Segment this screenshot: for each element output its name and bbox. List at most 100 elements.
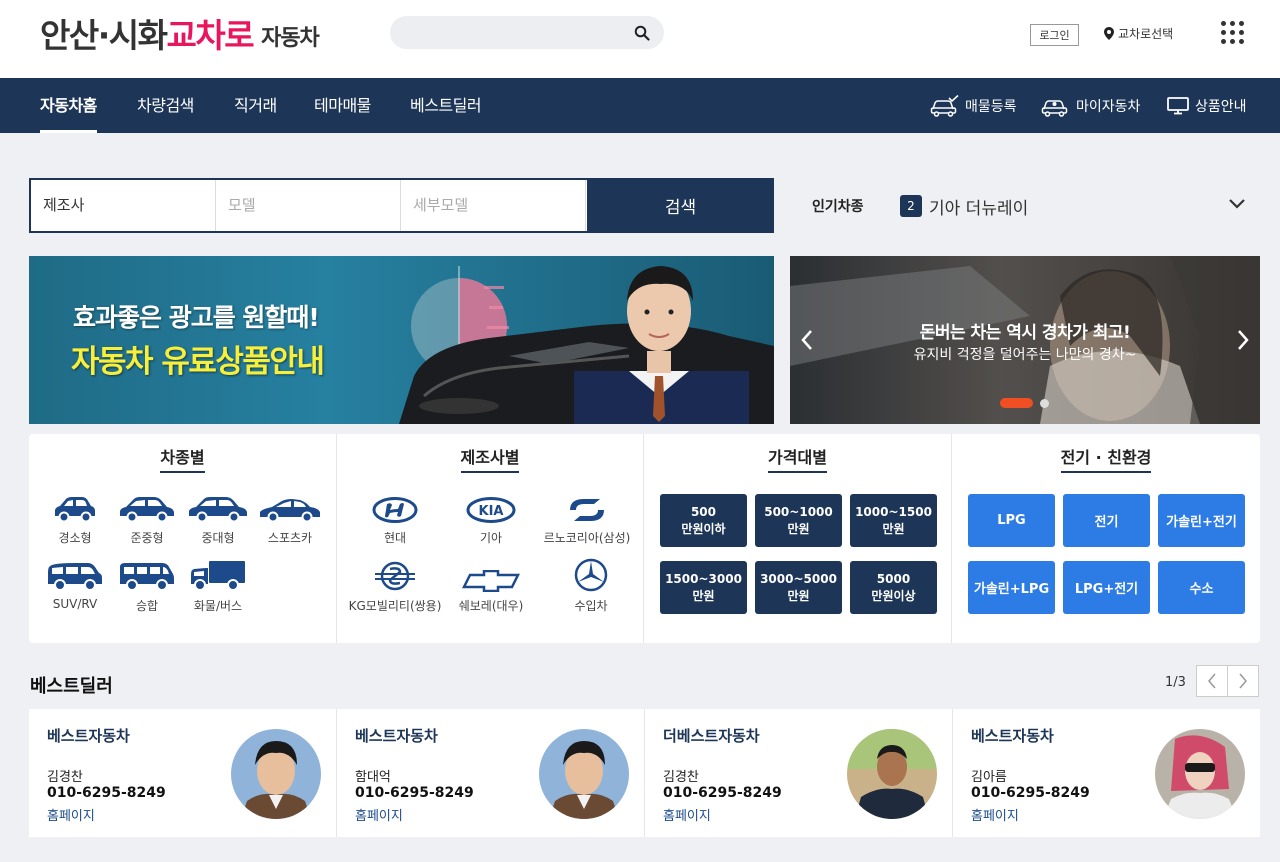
login-button[interactable]: 로그인 xyxy=(1030,24,1079,46)
category-body-type-title: 차종별 xyxy=(160,444,205,473)
category-eco-title: 전기 · 친환경 xyxy=(1060,444,1152,473)
category-price: 가격대별 500 만원이하 500~1000 만원 1000~1500 만원 1500… xyxy=(643,434,951,643)
dealer-homepage-link[interactable]: 홈페이지 xyxy=(971,805,1019,824)
maker-select[interactable]: 제조사 xyxy=(31,180,216,231)
dealer-person: 김경찬 xyxy=(47,770,83,785)
region-select[interactable]: 교차로선택 xyxy=(1104,24,1173,42)
fuel-electric-button[interactable]: 전기 xyxy=(1063,494,1150,547)
nav-my-car[interactable]: 마이자동차 xyxy=(1041,94,1140,118)
site-logo[interactable]: 안산·시화 교차로 자동차 xyxy=(40,12,320,56)
fuel-gasoline-lpg-button[interactable]: 가솔린+LPG xyxy=(968,561,1055,614)
mercedes-logo-icon xyxy=(574,558,608,592)
nav-product-info-label: 상품안내 xyxy=(1195,99,1247,115)
best-dealer-title: 베스트딜러 xyxy=(30,676,113,697)
body-type-truck-bus[interactable]: 화물/버스 xyxy=(178,558,258,614)
dealer-phone: 010-6295-8249 xyxy=(355,785,474,801)
dealer-homepage-link[interactable]: 홈페이지 xyxy=(47,805,95,824)
main-nav: 자동차홈 차량검색 직거래 테마매물 베스트딜러 매물등록 마이자동차 상품안내 xyxy=(0,78,1280,133)
category-maker: 제조사별 현대 KIA 기아 르노코리아(삼성) KG모빌리티(쌍용) 쉐보레(… xyxy=(336,434,643,643)
best-dealer-list: 베스트자동차 김경찬 010-6295-8249 홈페이지 베스트자동차 함대억… xyxy=(29,709,1260,837)
nav-my-car-label: 마이자동차 xyxy=(1076,99,1141,115)
price-1000-1500[interactable]: 1000~1500 만원 xyxy=(850,494,937,547)
maker-renault[interactable]: 르노코리아(삼성) xyxy=(535,490,639,546)
global-search xyxy=(390,16,664,49)
price-under-500[interactable]: 500 만원이하 xyxy=(660,494,747,547)
body-type-van-label: 승합 xyxy=(135,599,159,613)
body-type-semi-midsize[interactable]: 준중형 xyxy=(107,490,187,546)
maker-import[interactable]: 수입차 xyxy=(551,558,631,614)
slider-dot[interactable] xyxy=(1040,398,1049,408)
dealer-person: 김경찬 xyxy=(663,770,699,785)
fuel-lpg-electric-button[interactable]: LPG+전기 xyxy=(1063,561,1150,614)
dealer-card[interactable]: 더베스트자동차 김경찬 010-6295-8249 홈페이지 xyxy=(644,709,951,837)
maker-kgm-label: KG모빌리티(쌍용) xyxy=(348,599,442,613)
avatar xyxy=(231,729,321,819)
slider-dot-active[interactable] xyxy=(1000,398,1033,408)
tab-car-home[interactable]: 자동차홈 xyxy=(40,78,97,133)
promo-slider[interactable]: 돈버는 차는 역시 경차가 최고! 유지비 걱정을 덜어주는 나만의 경차~ xyxy=(790,256,1260,424)
paid-product-banner[interactable]: 효과좋은 광고를 원할때! 자동차 유료상품안내 xyxy=(29,256,774,424)
filter-search-button[interactable]: 검색 xyxy=(587,178,774,233)
maker-import-label: 수입차 xyxy=(574,599,608,613)
tab-theme-listings[interactable]: 테마매물 xyxy=(314,78,371,133)
body-type-midsize-label: 중대형 xyxy=(201,531,235,545)
search-icon[interactable] xyxy=(634,25,650,41)
dealer-next-button[interactable] xyxy=(1227,665,1259,697)
banner-subheadline: 자동차 유료상품안내 xyxy=(71,344,325,380)
price-over-5000[interactable]: 5000 만원이상 xyxy=(850,561,937,614)
fuel-gasoline-electric-button[interactable]: 가솔린+전기 xyxy=(1158,494,1245,547)
popular-models[interactable]: 인기차종 2 기아 더뉴레이 xyxy=(812,190,1252,222)
body-type-sports[interactable]: 스포츠카 xyxy=(250,490,330,546)
logo-brand-text: 교차로 xyxy=(166,16,254,55)
dealer-company[interactable]: 베스트자동차 xyxy=(971,725,1054,746)
region-label: 교차로선택 xyxy=(1118,26,1174,41)
maker-chevrolet[interactable]: 쉐보레(대우) xyxy=(451,558,531,614)
avatar xyxy=(847,729,937,819)
nav-register-listing[interactable]: 매물등록 xyxy=(930,94,1017,118)
dealer-prev-button[interactable] xyxy=(1196,665,1228,697)
tab-direct-deal[interactable]: 직거래 xyxy=(234,78,277,133)
tab-vehicle-search[interactable]: 차량검색 xyxy=(137,78,194,133)
price-500-1000[interactable]: 500~1000 만원 xyxy=(755,494,842,547)
sedan-car-icon xyxy=(120,497,174,523)
body-type-van[interactable]: 승합 xyxy=(107,558,187,614)
body-type-midsize[interactable]: 중대형 xyxy=(178,490,258,546)
dealer-company[interactable]: 더베스트자동차 xyxy=(663,725,760,746)
body-type-compact[interactable]: 경소형 xyxy=(35,490,115,546)
submodel-select[interactable]: 세부모델 xyxy=(401,180,586,231)
fullsize-car-icon xyxy=(189,497,247,523)
avatar xyxy=(1155,729,1245,819)
maker-kgm[interactable]: KG모빌리티(쌍용) xyxy=(347,558,443,614)
dealer-card[interactable]: 베스트자동차 함대억 010-6295-8249 홈페이지 xyxy=(336,709,643,837)
car-user-icon xyxy=(1041,100,1068,117)
dealer-card[interactable]: 베스트자동차 김아름 010-6295-8249 홈페이지 xyxy=(952,709,1260,837)
best-dealer-page-indicator: 1/3 xyxy=(1165,675,1186,690)
category-price-title: 가격대별 xyxy=(768,444,827,473)
dealer-company[interactable]: 베스트자동차 xyxy=(47,725,130,746)
chevron-right-icon xyxy=(1239,673,1247,689)
price-1500-3000[interactable]: 1500~3000 만원 xyxy=(660,561,747,614)
dealer-homepage-link[interactable]: 홈페이지 xyxy=(663,805,711,824)
nav-product-info[interactable]: 상품안내 xyxy=(1167,94,1247,118)
chevron-down-icon[interactable] xyxy=(1228,198,1246,210)
model-select[interactable]: 모델 xyxy=(216,180,401,231)
popular-rank-badge: 2 xyxy=(900,195,922,217)
category-eco: 전기 · 친환경 LPG 전기 가솔린+전기 가솔린+LPG LPG+전기 수소 xyxy=(951,434,1260,643)
maker-kia[interactable]: KIA 기아 xyxy=(451,490,531,546)
body-type-suv[interactable]: SUV/RV xyxy=(35,558,115,611)
chevron-left-icon xyxy=(1208,673,1216,689)
tab-best-dealer[interactable]: 베스트딜러 xyxy=(410,78,482,133)
price-3000-5000[interactable]: 3000~5000 만원 xyxy=(755,561,842,614)
maker-hyundai-label: 현대 xyxy=(383,531,407,545)
dealer-homepage-link[interactable]: 홈페이지 xyxy=(355,805,403,824)
fuel-lpg-button[interactable]: LPG xyxy=(968,494,1055,547)
all-menu-icon[interactable] xyxy=(1221,21,1244,44)
fuel-hydrogen-button[interactable]: 수소 xyxy=(1158,561,1245,614)
maker-hyundai[interactable]: 현대 xyxy=(355,490,435,546)
maker-chevrolet-label: 쉐보레(대우) xyxy=(458,599,524,613)
search-input[interactable] xyxy=(404,20,624,45)
truck-icon xyxy=(191,561,245,591)
dealer-company[interactable]: 베스트자동차 xyxy=(355,725,438,746)
body-type-truck-bus-label: 화물/버스 xyxy=(193,599,243,613)
dealer-card[interactable]: 베스트자동차 김경찬 010-6295-8249 홈페이지 xyxy=(29,709,336,837)
